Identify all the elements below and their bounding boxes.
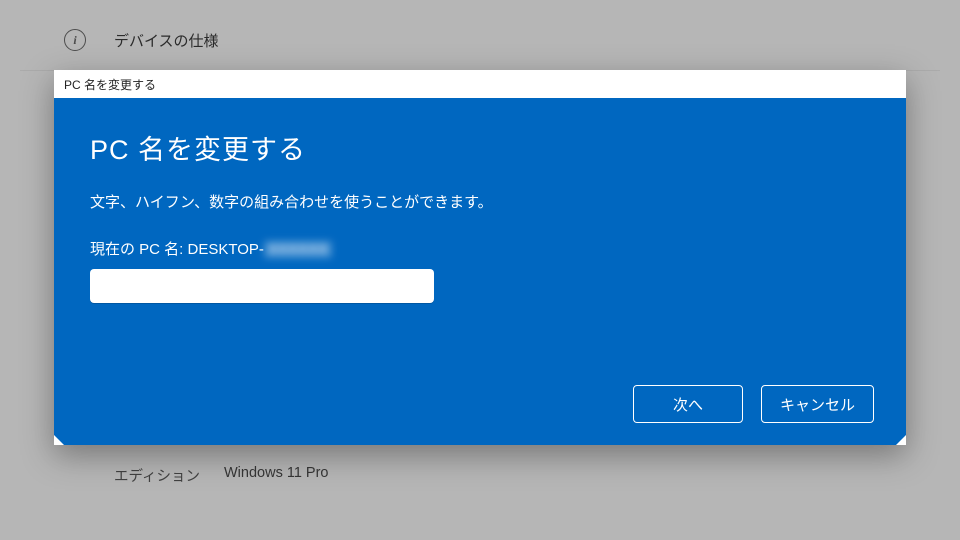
next-button[interactable]: 次へ xyxy=(633,385,743,423)
dialog-button-row: 次へ キャンセル xyxy=(633,385,874,423)
dialog-description: 文字、ハイフン、数字の組み合わせを使うことができます。 xyxy=(90,191,870,212)
rename-pc-dialog: PC 名を変更する PC 名を変更する 文字、ハイフン、数字の組み合わせを使うこ… xyxy=(54,70,906,445)
pc-name-input[interactable] xyxy=(90,269,434,303)
corner-decoration xyxy=(896,435,906,445)
dialog-titlebar: PC 名を変更する xyxy=(54,70,906,98)
dialog-body: PC 名を変更する 文字、ハイフン、数字の組み合わせを使うことができます。 現在… xyxy=(54,98,906,445)
dialog-window-title: PC 名を変更する xyxy=(64,78,156,92)
cancel-button[interactable]: キャンセル xyxy=(761,385,874,423)
current-pc-name-prefix: 現在の PC 名: xyxy=(90,241,188,258)
current-pc-name-visible: DESKTOP- xyxy=(188,241,264,258)
current-pc-name-line: 現在の PC 名: DESKTOP-XXXXXX xyxy=(90,238,870,259)
dialog-heading: PC 名を変更する xyxy=(90,128,870,167)
corner-decoration xyxy=(54,435,64,445)
current-pc-name-obscured: XXXXXX xyxy=(264,241,332,258)
